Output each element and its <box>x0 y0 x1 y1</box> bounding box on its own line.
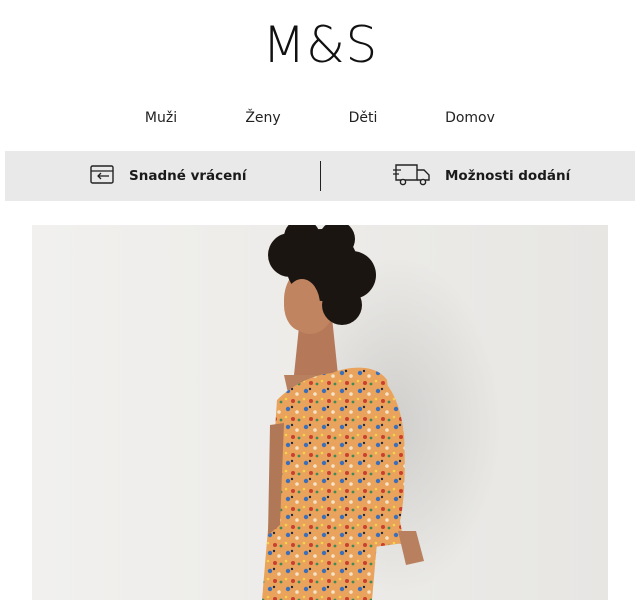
service-banner: Snadné vrácení Možnosti dodání <box>5 151 635 201</box>
banner-divider <box>320 161 321 191</box>
nav-item-kids[interactable]: Děti <box>349 106 378 130</box>
delivery-truck-icon <box>393 161 433 191</box>
return-box-icon <box>89 162 117 190</box>
hero-image[interactable] <box>32 225 608 600</box>
main-nav: Muži Ženy Děti Domov <box>0 106 640 130</box>
easy-returns-label: Snadné vrácení <box>129 168 247 184</box>
easy-returns-link[interactable]: Snadné vrácení <box>89 151 247 201</box>
brand-logo[interactable]: M&S <box>0 14 640 76</box>
nav-item-home[interactable]: Domov <box>445 106 495 130</box>
nav-item-men[interactable]: Muži <box>145 106 177 130</box>
nav-item-women[interactable]: Ženy <box>245 106 280 130</box>
delivery-options-link[interactable]: Možnosti dodání <box>393 151 570 201</box>
delivery-options-label: Možnosti dodání <box>445 168 571 184</box>
model-floral-dress-photo <box>262 225 502 600</box>
